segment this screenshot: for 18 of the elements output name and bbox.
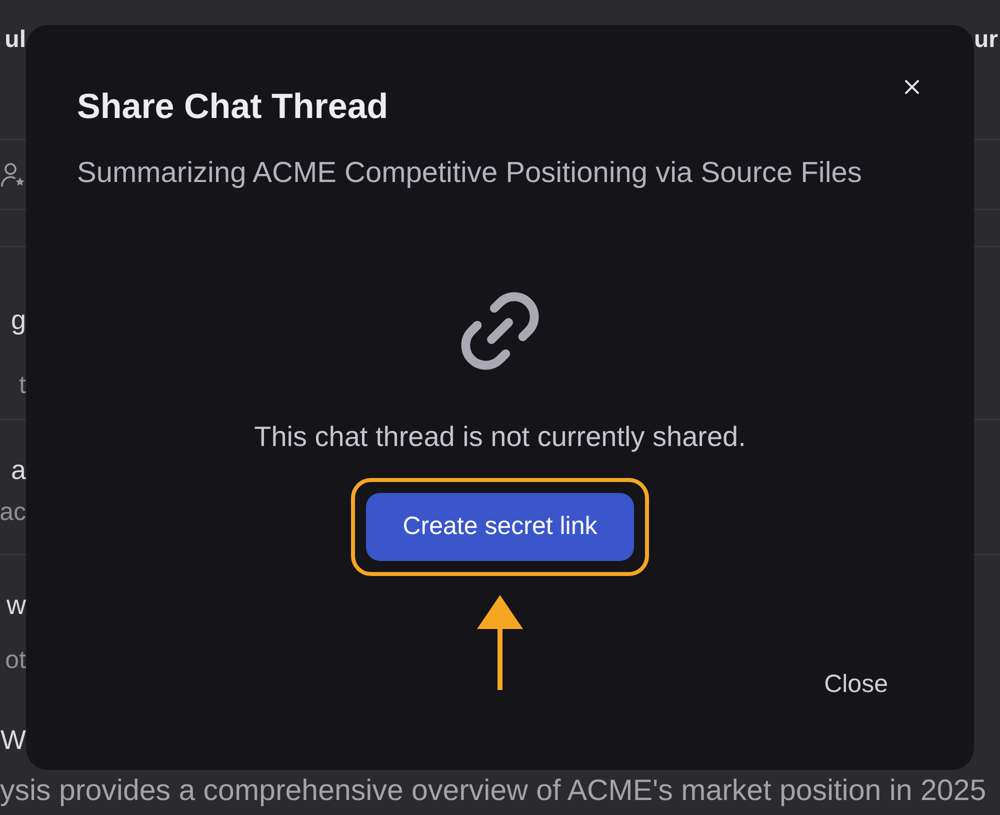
item-subtitle: ac bbox=[0, 497, 26, 528]
link-icon bbox=[461, 292, 539, 370]
item-subtitle: t bbox=[19, 370, 26, 401]
item-title: a bbox=[10, 454, 26, 486]
item-title: w bbox=[6, 589, 26, 621]
close-icon bbox=[904, 79, 920, 95]
item-title: g bbox=[10, 304, 26, 336]
report-summary: ysis provides a comprehensive overview of ACME's market position in 2025 bbox=[0, 774, 986, 808]
report-heading: W bbox=[0, 724, 26, 756]
person-star-icon bbox=[1, 162, 25, 188]
dialog-title: Share Chat Thread bbox=[77, 87, 388, 127]
header-title: ur bbox=[974, 25, 998, 55]
close-text-button[interactable]: Close bbox=[802, 664, 910, 704]
header-title: ul bbox=[4, 25, 26, 55]
dialog-subtitle: Summarizing ACME Competitive Positioning via Source Files bbox=[77, 156, 862, 190]
item-subtitle: ot bbox=[5, 645, 26, 676]
create-link-button[interactable]: Create secret link bbox=[366, 493, 634, 561]
status-message: This chat thread is not currently shared. bbox=[254, 421, 746, 453]
